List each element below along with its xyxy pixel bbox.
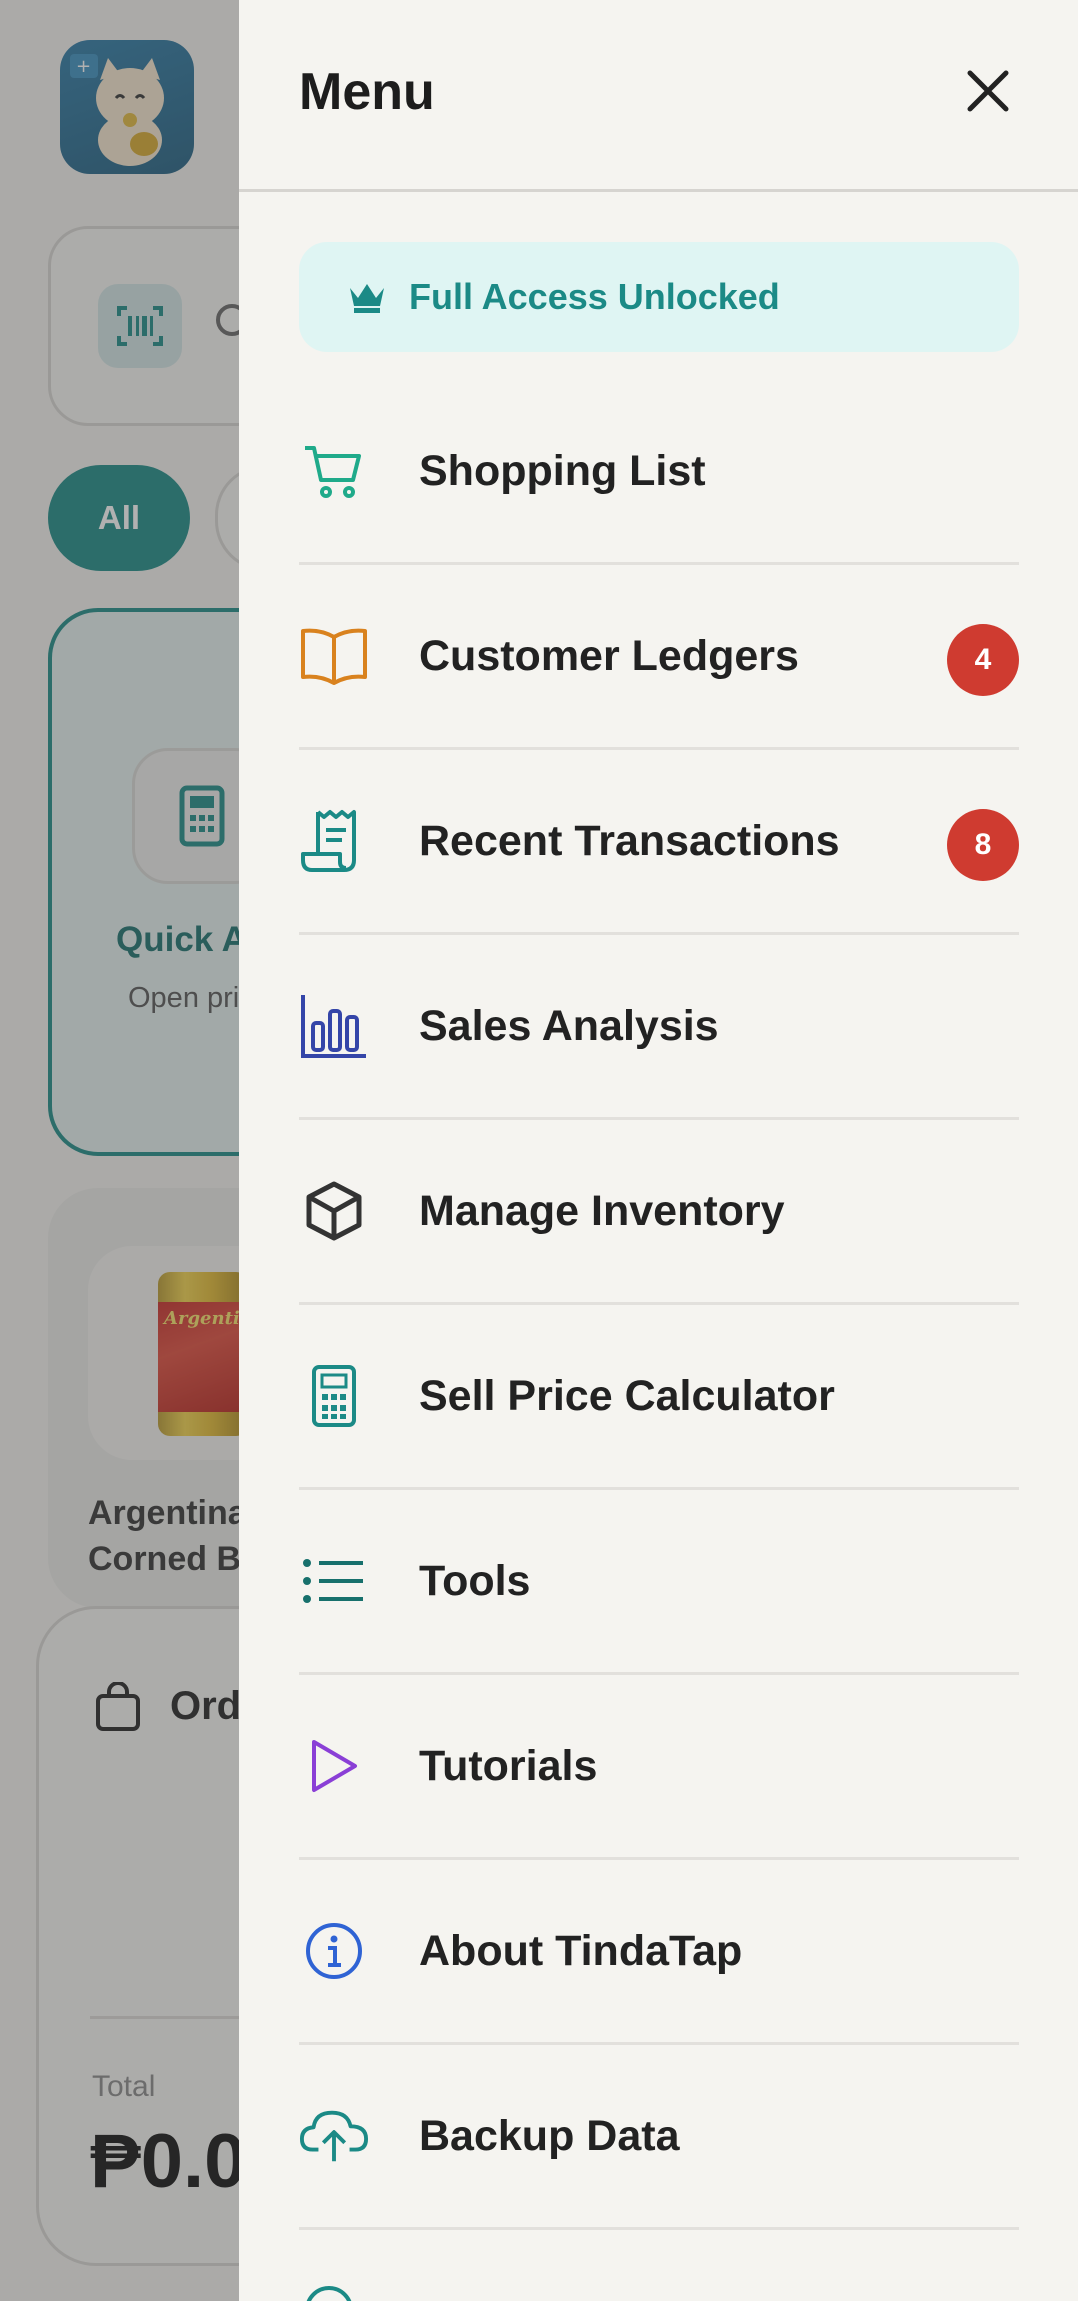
menu-item-label: Sales Analysis	[419, 1001, 719, 1050]
menu-item-label: Tools	[419, 1556, 531, 1605]
menu-item-label: Shopping List	[419, 446, 706, 495]
notification-badge: 4	[947, 624, 1019, 696]
menu-item-about[interactable]: About TindaTap	[299, 1860, 1019, 2045]
menu-item-tutorials[interactable]: Tutorials	[299, 1675, 1019, 1860]
close-icon	[967, 70, 1009, 112]
menu-item-tools[interactable]: Tools	[299, 1490, 1019, 1675]
book-icon	[299, 621, 369, 691]
menu-item-manage-inventory[interactable]: Manage Inventory	[299, 1120, 1019, 1305]
bar-chart-icon	[299, 991, 369, 1061]
menu-item-sell-price-calculator[interactable]: Sell Price Calculator	[299, 1305, 1019, 1490]
cart-icon	[299, 436, 369, 506]
menu-item-label: About TindaTap	[419, 1926, 743, 1975]
drawer-header: Menu	[239, 0, 1078, 192]
play-icon	[299, 1731, 369, 1801]
menu-item-customer-ledgers[interactable]: Customer Ledgers 4	[299, 565, 1019, 750]
close-button[interactable]	[955, 58, 1021, 124]
calculator-icon	[299, 1361, 369, 1431]
menu-item-label: Tutorials	[419, 1741, 598, 1790]
menu-item-label: Manage Inventory	[419, 1186, 785, 1235]
cloud-upload-icon	[299, 2101, 369, 2171]
notification-badge: 8	[947, 809, 1019, 881]
menu-item-recent-transactions[interactable]: Recent Transactions 8	[299, 750, 1019, 935]
info-icon	[299, 1916, 369, 1986]
access-banner: Full Access Unlocked	[299, 242, 1019, 352]
menu-item-shopping-list[interactable]: Shopping List	[299, 380, 1019, 565]
access-banner-text: Full Access Unlocked	[409, 276, 780, 317]
menu-drawer: Menu Full Access Unlocked Shopping List	[239, 0, 1078, 2301]
menu-list: Shopping List Customer Ledgers 4 Recent …	[299, 380, 1019, 2230]
menu-item-label: Backup Data	[419, 2111, 680, 2160]
list-icon	[299, 1546, 369, 1616]
crown-icon	[350, 284, 384, 313]
menu-item-label: Recent Transactions	[419, 816, 840, 865]
menu-item-backup-data[interactable]: Backup Data	[299, 2045, 1019, 2230]
partial-menu-icon	[306, 2286, 352, 2301]
menu-item-label: Sell Price Calculator	[419, 1371, 835, 1420]
menu-item-sales-analysis[interactable]: Sales Analysis	[299, 935, 1019, 1120]
receipt-icon	[299, 806, 369, 876]
drawer-title: Menu	[299, 63, 435, 121]
box-icon	[299, 1176, 369, 1246]
menu-item-label: Customer Ledgers	[419, 631, 799, 680]
